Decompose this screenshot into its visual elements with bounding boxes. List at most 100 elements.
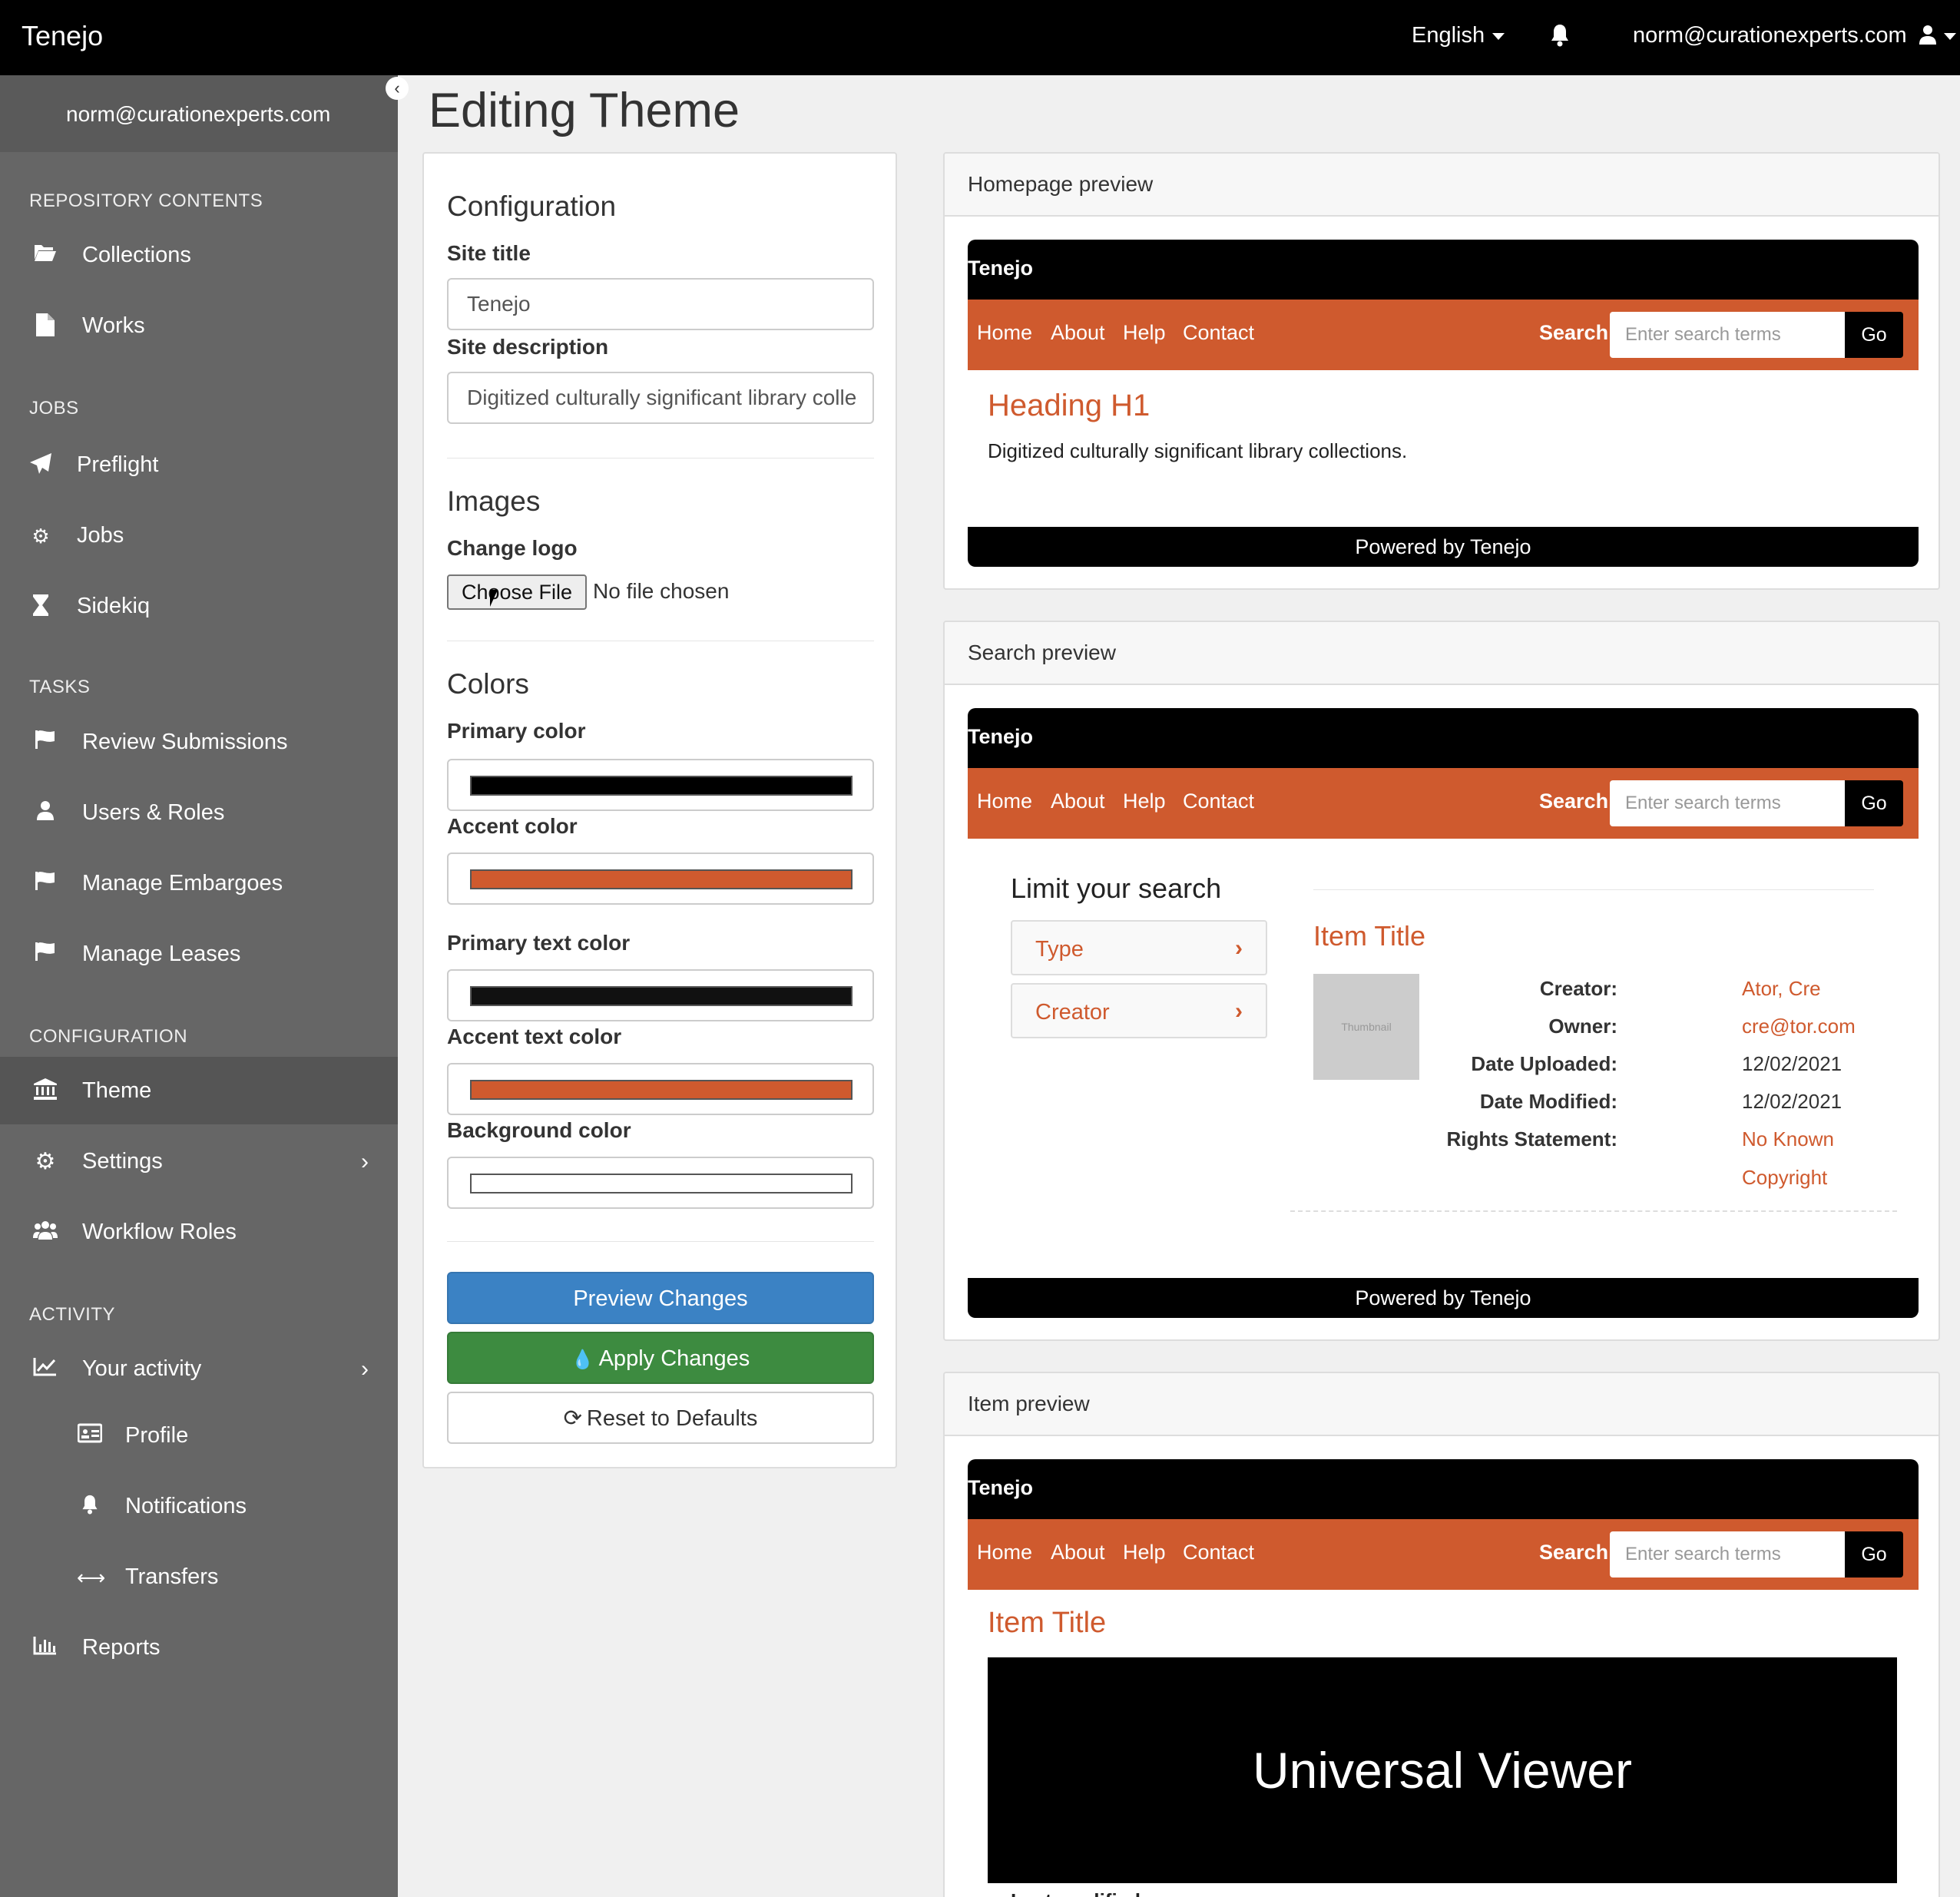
refresh-icon: ⟳ bbox=[563, 1406, 582, 1431]
preview-nav-help[interactable]: Help bbox=[1123, 321, 1166, 345]
preview-nav-contact[interactable]: Contact bbox=[1183, 321, 1254, 345]
sidebar-item-reports[interactable]: Reports bbox=[0, 1614, 398, 1681]
preview-brand: Tenejo bbox=[968, 257, 1034, 280]
preview-nav-home[interactable]: Home bbox=[977, 790, 1032, 813]
preview-go-button[interactable]: Go bbox=[1845, 1531, 1903, 1578]
sidebar-item-theme[interactable]: Theme bbox=[0, 1057, 398, 1124]
sidebar-item-jobs[interactable]: ⚙ Jobs bbox=[0, 502, 398, 569]
folder-open-icon bbox=[32, 243, 58, 269]
preview-go-button[interactable]: Go bbox=[1845, 780, 1903, 826]
button-label: Preview Changes bbox=[573, 1286, 748, 1311]
preview-nav-about[interactable]: About bbox=[1051, 321, 1105, 345]
preview-nav: Home About Help Contact Search Enter sea… bbox=[968, 1519, 1919, 1590]
site-title-input[interactable]: Tenejo bbox=[447, 278, 874, 330]
sidebar-item-notifications[interactable]: Notifications bbox=[0, 1472, 398, 1540]
meta-rights-value[interactable]: No Known bbox=[1742, 1127, 1834, 1151]
preview-brand-bar: Tenejo bbox=[968, 1459, 1919, 1519]
button-label: Reset to Defaults bbox=[586, 1406, 758, 1431]
preview-nav-about[interactable]: About bbox=[1051, 790, 1105, 813]
preview-nav: Home About Help Contact Search Enter sea… bbox=[968, 768, 1919, 839]
preview-brand-bar: Tenejo bbox=[968, 708, 1919, 768]
preview-nav-contact[interactable]: Contact bbox=[1183, 1541, 1254, 1564]
sidebar-item-manage-embargoes[interactable]: Manage Embargoes bbox=[0, 849, 398, 917]
sidebar-item-your-activity[interactable]: Your activity › bbox=[0, 1335, 398, 1402]
sidebar-item-label: Transfers bbox=[125, 1564, 219, 1589]
preview-nav-home[interactable]: Home bbox=[977, 321, 1032, 345]
background-color-input[interactable] bbox=[447, 1157, 874, 1209]
search-item-title[interactable]: Item Title bbox=[1313, 920, 1425, 952]
sidebar-item-review-submissions[interactable]: Review Submissions bbox=[0, 708, 398, 776]
preview-footer: Powered by Tenejo bbox=[968, 1278, 1919, 1318]
brand-logo[interactable]: Tenejo bbox=[22, 20, 103, 52]
sidebar-item-sidekiq[interactable]: Sidekiq bbox=[0, 572, 398, 640]
apply-changes-button[interactable]: 💧 Apply Changes bbox=[447, 1332, 874, 1384]
preview-nav-about[interactable]: About bbox=[1051, 1541, 1105, 1564]
language-dropdown[interactable]: English bbox=[1412, 23, 1505, 48]
notifications-bell-icon[interactable] bbox=[1548, 23, 1571, 51]
sidebar-item-manage-leases[interactable]: Manage Leases bbox=[0, 920, 398, 988]
preview-go-button[interactable]: Go bbox=[1845, 312, 1903, 358]
preview-nav-home[interactable]: Home bbox=[977, 1541, 1032, 1564]
accent-text-color-input[interactable] bbox=[447, 1063, 874, 1115]
sidebar-item-label: Preflight bbox=[77, 452, 159, 477]
preview-nav-help[interactable]: Help bbox=[1123, 1541, 1166, 1564]
accent-color-input[interactable] bbox=[447, 852, 874, 905]
site-title-label: Site title bbox=[447, 241, 531, 265]
sidebar: norm@curationexperts.com REPOSITORY CONT… bbox=[0, 75, 398, 1897]
button-label: Apply Changes bbox=[598, 1346, 750, 1371]
meta-key: Rights Statement: bbox=[1446, 1127, 1617, 1150]
meta-rights-value[interactable]: Copyright bbox=[1742, 1166, 1827, 1190]
chevron-right-icon: › bbox=[361, 1356, 369, 1382]
meta-owner-value[interactable]: cre@tor.com bbox=[1742, 1015, 1856, 1038]
flag-icon bbox=[32, 942, 58, 968]
bar-chart-icon bbox=[32, 1635, 58, 1661]
sidebar-item-collections[interactable]: Collections bbox=[0, 221, 398, 289]
sidebar-item-users-roles[interactable]: Users & Roles bbox=[0, 779, 398, 846]
sidebar-item-label: Sidekiq bbox=[77, 594, 151, 618]
site-description-label: Site description bbox=[447, 335, 609, 359]
mouse-cursor-icon bbox=[490, 590, 498, 607]
preview-search-input[interactable]: Enter search terms bbox=[1610, 312, 1845, 358]
universal-viewer[interactable]: Universal Viewer bbox=[988, 1657, 1897, 1883]
primary-color-input[interactable] bbox=[447, 759, 874, 811]
user-menu[interactable]: norm@curationexperts.com bbox=[1633, 23, 1956, 48]
preview-search-input[interactable]: Enter search terms bbox=[1610, 780, 1845, 826]
reset-defaults-button[interactable]: ⟳ Reset to Defaults bbox=[447, 1392, 874, 1444]
primary-text-color-input[interactable] bbox=[447, 969, 874, 1021]
preview-nav-help[interactable]: Help bbox=[1123, 790, 1166, 813]
sidebar-item-preflight[interactable]: Preflight bbox=[0, 431, 398, 498]
sidebar-item-label: Workflow Roles bbox=[82, 1220, 237, 1244]
site-description-input[interactable]: Digitized culturally significant library… bbox=[447, 372, 874, 424]
choose-file-button[interactable]: Choose File bbox=[447, 574, 587, 610]
preview-changes-button[interactable]: Preview Changes bbox=[447, 1272, 874, 1324]
divider bbox=[1313, 889, 1874, 890]
panel-header: Search preview bbox=[945, 622, 1938, 685]
panel-title: Search preview bbox=[968, 641, 1116, 664]
meta-creator-value[interactable]: Ator, Cre bbox=[1742, 977, 1821, 1001]
gears-icon: ⚙ bbox=[31, 525, 50, 548]
sidebar-item-label: Users & Roles bbox=[82, 800, 225, 825]
preview-search-label: Search bbox=[1539, 1541, 1609, 1564]
facet-label: Creator bbox=[1035, 1000, 1110, 1025]
accent-text-color-label: Accent text color bbox=[447, 1025, 622, 1048]
preview-nav-contact[interactable]: Contact bbox=[1183, 790, 1254, 813]
sidebar-item-workflow-roles[interactable]: Workflow Roles bbox=[0, 1198, 398, 1266]
preview-search-input[interactable]: Enter search terms bbox=[1610, 1531, 1845, 1578]
primary-color-swatch bbox=[470, 776, 853, 796]
facet-type[interactable]: Type › bbox=[1011, 920, 1267, 975]
chevron-right-icon: › bbox=[361, 1149, 369, 1174]
bell-icon bbox=[77, 1494, 103, 1520]
primary-text-color-swatch bbox=[470, 986, 853, 1006]
facet-creator[interactable]: Creator › bbox=[1011, 983, 1267, 1038]
user-icon bbox=[1919, 25, 1936, 45]
sidebar-item-works[interactable]: Works bbox=[0, 292, 398, 359]
preview-brand: Tenejo bbox=[968, 725, 1034, 748]
institution-icon bbox=[32, 1078, 58, 1104]
preview-search-label: Search bbox=[1539, 790, 1609, 813]
sidebar-item-settings[interactable]: ⚙ Settings › bbox=[0, 1127, 398, 1195]
sidebar-item-profile[interactable]: Profile bbox=[0, 1402, 398, 1469]
sidebar-item-transfers[interactable]: ⟷ Transfers bbox=[0, 1543, 398, 1611]
sidebar-collapse-icon[interactable]: ‹ bbox=[386, 77, 409, 100]
search-preview: Tenejo Home About Help Contact Search En… bbox=[968, 708, 1919, 1318]
file-icon bbox=[32, 313, 58, 339]
